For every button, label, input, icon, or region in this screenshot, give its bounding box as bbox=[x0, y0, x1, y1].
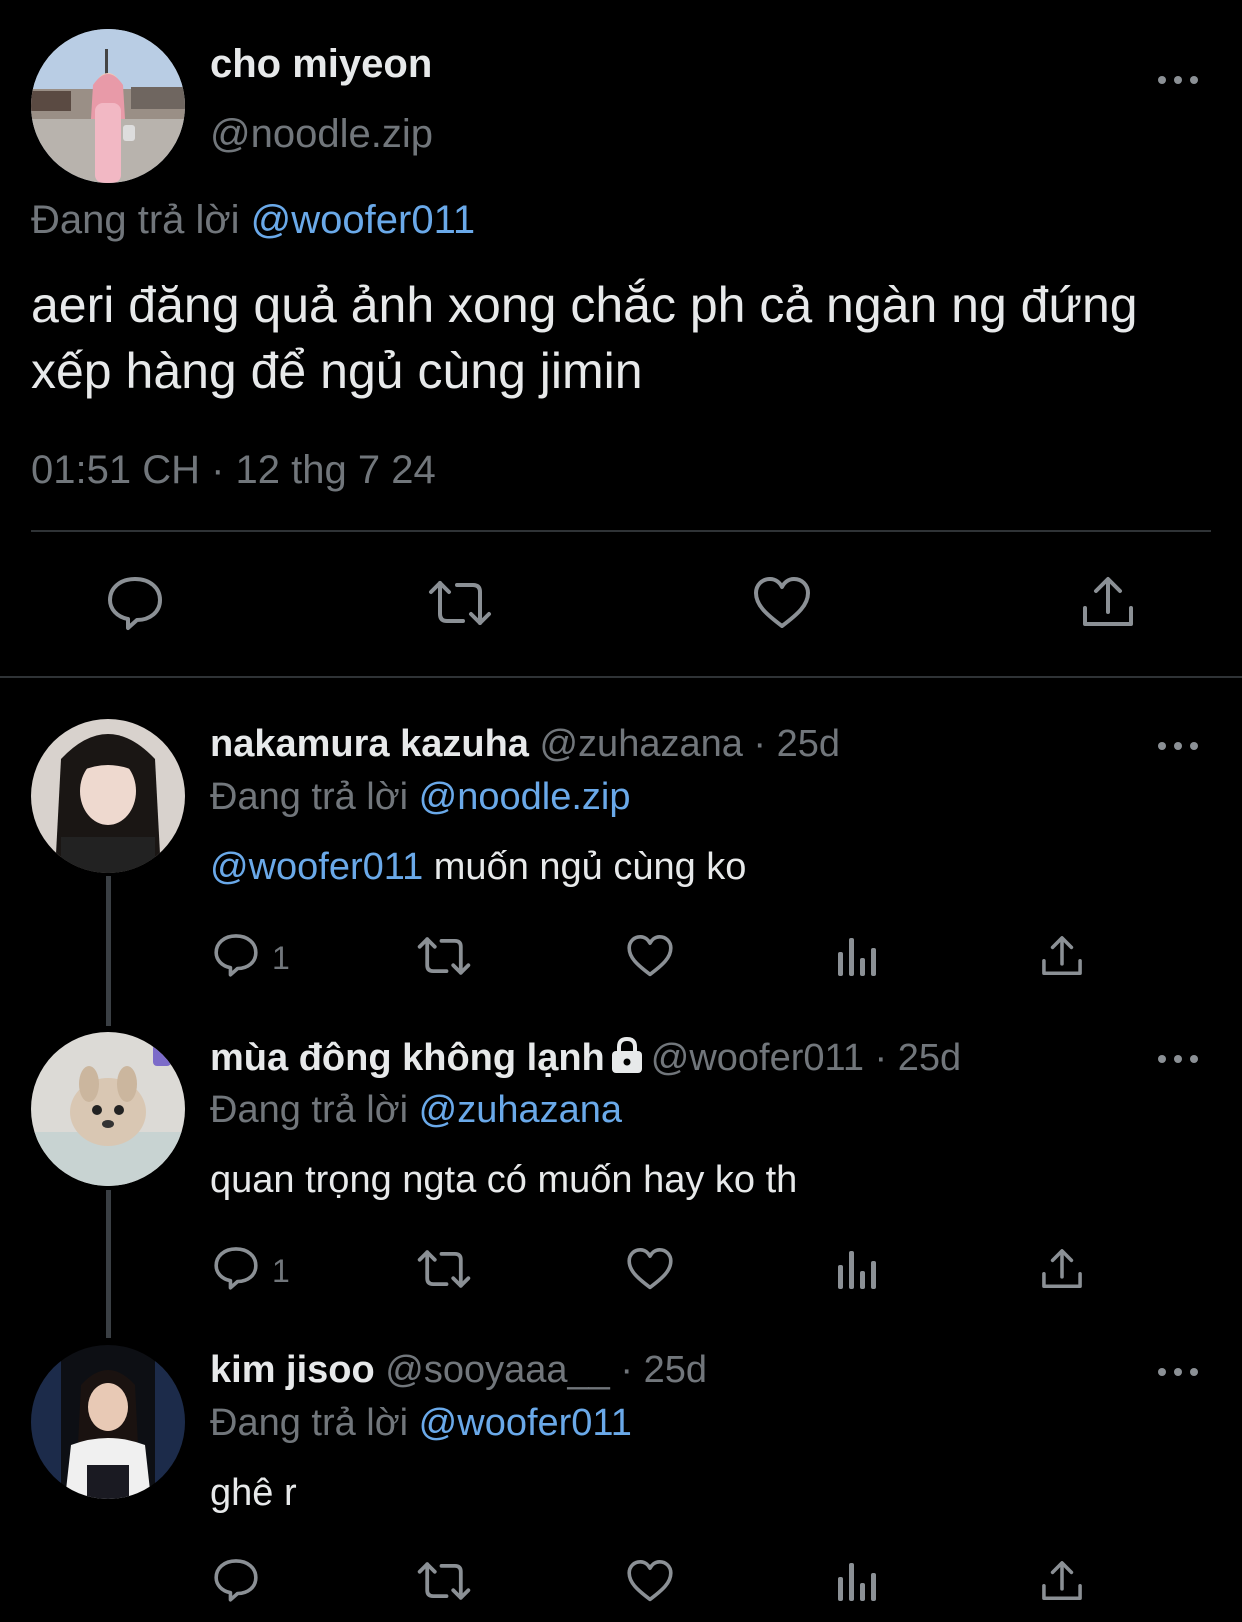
share-icon[interactable] bbox=[1080, 574, 1136, 630]
replying-to: Đang trả lời @noodle.zip bbox=[210, 776, 631, 819]
more-options-icon[interactable] bbox=[1158, 739, 1198, 753]
reply-icon[interactable] bbox=[213, 1245, 259, 1291]
analytics-icon[interactable] bbox=[836, 1559, 876, 1601]
tweet-text: aeri đăng quả ảnh xong chắc ph cả ngàn n… bbox=[31, 277, 1138, 399]
share-icon[interactable] bbox=[1040, 1247, 1084, 1291]
reply-body: muốn ngủ cùng ko bbox=[423, 846, 747, 888]
reply-header: nakamura kazuha @zuhazana · 25d bbox=[210, 723, 840, 766]
replying-to-link[interactable]: @woofer011 bbox=[251, 198, 475, 242]
reply-text: ghê r bbox=[210, 1472, 297, 1514]
mention-link[interactable]: @woofer011 bbox=[210, 846, 423, 888]
retweet-icon[interactable] bbox=[416, 935, 472, 977]
lock-icon bbox=[609, 1036, 645, 1084]
reply-header: mùa đông không lạnh @woofer011 · 25d bbox=[210, 1036, 961, 1084]
replying-prefix: Đang trả lời bbox=[31, 198, 251, 242]
divider bbox=[0, 676, 1242, 678]
author-name[interactable]: nakamura kazuha bbox=[210, 723, 529, 765]
replying-prefix: Đang trả lời bbox=[210, 776, 419, 818]
reply-count: 1 bbox=[272, 940, 290, 976]
like-icon[interactable] bbox=[626, 934, 674, 978]
replying-prefix: Đang trả lời bbox=[210, 1089, 419, 1131]
replying-to: Đang trả lời @zuhazana bbox=[210, 1089, 622, 1132]
author-handle[interactable]: @zuhazana bbox=[539, 723, 742, 765]
more-options-icon[interactable] bbox=[1158, 1365, 1198, 1379]
like-icon[interactable] bbox=[626, 1559, 674, 1603]
like-icon[interactable] bbox=[752, 576, 812, 630]
replying-to: Đang trả lời @woofer011 bbox=[31, 198, 475, 243]
share-icon[interactable] bbox=[1040, 1559, 1084, 1603]
avatar[interactable] bbox=[31, 719, 185, 873]
analytics-icon[interactable] bbox=[836, 1247, 876, 1289]
author-name[interactable]: kim jisoo bbox=[210, 1349, 375, 1391]
avatar[interactable] bbox=[31, 29, 185, 183]
replying-to: Đang trả lời @woofer011 bbox=[210, 1402, 632, 1445]
reply-time: · 25d bbox=[609, 1349, 707, 1391]
like-icon[interactable] bbox=[626, 1247, 674, 1291]
author-handle[interactable]: @woofer011 bbox=[651, 1037, 864, 1079]
author-name[interactable]: cho miyeon bbox=[210, 42, 432, 87]
author-name[interactable]: mùa đông không lạnh bbox=[210, 1037, 605, 1079]
reply-header: kim jisoo @sooyaaa__ · 25d bbox=[210, 1349, 707, 1392]
more-options-icon[interactable] bbox=[1158, 73, 1198, 87]
reply-icon[interactable] bbox=[213, 932, 259, 978]
avatar[interactable] bbox=[31, 1032, 185, 1186]
share-icon[interactable] bbox=[1040, 934, 1084, 978]
thread-line bbox=[106, 876, 111, 1026]
author-handle[interactable]: @noodle.zip bbox=[210, 112, 433, 157]
retweet-icon[interactable] bbox=[416, 1560, 472, 1602]
reply-icon[interactable] bbox=[213, 1557, 259, 1603]
divider bbox=[31, 530, 1211, 532]
retweet-icon[interactable] bbox=[427, 578, 493, 628]
author-handle[interactable]: @sooyaaa__ bbox=[385, 1349, 610, 1391]
more-options-icon[interactable] bbox=[1158, 1052, 1198, 1066]
tweet-timestamp[interactable]: 01:51 CH · 12 thg 7 24 bbox=[31, 448, 436, 493]
reply-icon[interactable] bbox=[106, 575, 164, 631]
reply-text: @woofer011 muốn ngủ cùng ko bbox=[210, 846, 746, 889]
reply-time: · 25d bbox=[863, 1037, 962, 1080]
reply-text: quan trọng ngta có muốn hay ko th bbox=[210, 1159, 798, 1201]
thread-line bbox=[106, 1190, 111, 1338]
replying-to-link[interactable]: @zuhazana bbox=[419, 1089, 622, 1131]
reply-time: · 25d bbox=[742, 723, 841, 765]
avatar[interactable] bbox=[31, 1345, 185, 1499]
replying-prefix: Đang trả lời bbox=[210, 1402, 419, 1444]
reply-count: 1 bbox=[272, 1253, 290, 1289]
retweet-icon[interactable] bbox=[416, 1248, 472, 1290]
replying-to-link[interactable]: @woofer011 bbox=[419, 1402, 632, 1444]
replying-to-link[interactable]: @noodle.zip bbox=[419, 776, 631, 818]
analytics-icon[interactable] bbox=[836, 934, 876, 976]
